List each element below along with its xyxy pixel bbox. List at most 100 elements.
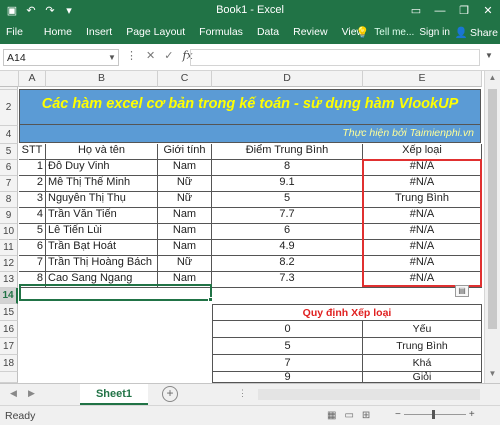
cell-score[interactable]: 5: [212, 192, 363, 208]
close-button[interactable]: ✕: [476, 0, 500, 21]
rule-score[interactable]: 0: [212, 321, 363, 338]
cell-name[interactable]: Mễ Thị Thế Minh: [46, 176, 158, 192]
tab-formulas[interactable]: Formulas: [192, 21, 250, 44]
header-score[interactable]: Điểm Trung Bình: [212, 144, 363, 160]
column-header-d[interactable]: D: [212, 71, 363, 87]
cell-stt[interactable]: 7: [19, 256, 46, 272]
scroll-down-icon[interactable]: ▼: [485, 367, 500, 381]
tab-page-layout[interactable]: Page Layout: [119, 21, 192, 44]
cell-name[interactable]: Lê Tiến Lùi: [46, 224, 158, 240]
cell-stt[interactable]: 2: [19, 176, 46, 192]
row-header-10[interactable]: 10: [0, 224, 18, 240]
page-break-view-icon[interactable]: ⊞: [362, 410, 370, 421]
ribbon-display-options-button[interactable]: ▭: [404, 0, 428, 21]
sign-in-link[interactable]: Sign in: [419, 27, 450, 38]
column-header-a[interactable]: A: [19, 71, 46, 87]
row-header-13[interactable]: 13: [0, 272, 18, 288]
tell-me-box[interactable]: Tell me...: [374, 27, 414, 38]
zoom-slider-knob[interactable]: [431, 410, 435, 419]
title-banner[interactable]: Các hàm excel cơ bản trong kế toán - sử …: [19, 89, 481, 125]
cell-stt[interactable]: 3: [19, 192, 46, 208]
row-header-4[interactable]: 4: [0, 126, 18, 144]
rule-table-title[interactable]: Quy định Xếp loại: [212, 304, 482, 321]
formula-input[interactable]: [190, 49, 480, 66]
row-header-14[interactable]: 14: [0, 288, 18, 304]
rule-rank[interactable]: Trung Bình: [363, 338, 482, 355]
cell-rank[interactable]: #N/A: [363, 224, 482, 240]
fill-handle[interactable]: [208, 297, 213, 302]
cell-gender[interactable]: Nữ: [158, 176, 212, 192]
header-gender[interactable]: Giới tính: [158, 144, 212, 160]
row-header-5[interactable]: 5: [0, 144, 18, 160]
tab-insert[interactable]: Insert: [79, 21, 119, 44]
horizontal-scrollbar[interactable]: [258, 389, 480, 400]
row-header-6[interactable]: 6: [0, 160, 18, 176]
rule-rank[interactable]: Yếu: [363, 321, 482, 338]
row-header-18[interactable]: 18: [0, 355, 18, 372]
add-sheet-icon[interactable]: +: [162, 386, 178, 402]
row-header-19[interactable]: [0, 372, 18, 383]
cell-gender[interactable]: Nữ: [158, 192, 212, 208]
minimize-button[interactable]: —: [428, 0, 452, 21]
cancel-icon[interactable]: ✕: [146, 49, 155, 62]
next-sheet-icon[interactable]: ▶: [28, 388, 35, 399]
cell-stt[interactable]: 1: [19, 160, 46, 176]
zoom-slider[interactable]: [403, 410, 466, 419]
column-header-e[interactable]: E: [363, 71, 482, 87]
header-rank[interactable]: Xếp loại: [363, 144, 482, 160]
tab-home[interactable]: Home: [37, 21, 79, 44]
row-header-17[interactable]: 17: [0, 338, 18, 355]
share-button[interactable]: 👤 Share: [455, 26, 498, 40]
row-header-15[interactable]: 15: [0, 304, 18, 321]
page-layout-view-icon[interactable]: ▭: [344, 410, 353, 421]
vertical-scrollbar[interactable]: ▲ ▼: [484, 71, 500, 383]
cell-gender[interactable]: Nam: [158, 224, 212, 240]
cell-gender[interactable]: Nam: [158, 160, 212, 176]
cell-stt[interactable]: 4: [19, 208, 46, 224]
paste-options-icon[interactable]: ▤: [455, 285, 469, 297]
name-box-dropdown-icon[interactable]: ▼: [108, 53, 116, 62]
cell-gender[interactable]: Nam: [158, 208, 212, 224]
sheet-tab-sheet1[interactable]: Sheet1: [80, 384, 148, 405]
rule-score[interactable]: 7: [212, 355, 363, 372]
cell-name[interactable]: Trần Bạt Hoát: [46, 240, 158, 256]
cell-gender[interactable]: Nam: [158, 240, 212, 256]
subtitle-banner[interactable]: Thực hiện bởi Taimienphi.vn: [19, 125, 481, 143]
cell-stt[interactable]: 6: [19, 240, 46, 256]
cell-rank[interactable]: #N/A: [363, 176, 482, 192]
cell-name[interactable]: Trần Văn Tiến: [46, 208, 158, 224]
enter-icon[interactable]: ✓: [164, 49, 173, 62]
cell-score[interactable]: 8.2: [212, 256, 363, 272]
header-name[interactable]: Họ và tên: [46, 144, 158, 160]
cell-gender[interactable]: Nữ: [158, 256, 212, 272]
cell-rank[interactable]: #N/A: [363, 240, 482, 256]
column-header-b[interactable]: B: [46, 71, 158, 87]
cell-score[interactable]: 8: [212, 160, 363, 176]
rule-score[interactable]: 9: [212, 372, 363, 383]
cell-name[interactable]: Trần Thị Hoàng Bách: [46, 256, 158, 272]
row-header-8[interactable]: 8: [0, 192, 18, 208]
zoom-in-button[interactable]: +: [469, 409, 475, 420]
name-box[interactable]: A14: [3, 49, 119, 66]
cell-score[interactable]: 9.1: [212, 176, 363, 192]
header-stt[interactable]: STT: [19, 144, 46, 160]
normal-view-icon[interactable]: ▦: [327, 410, 336, 421]
column-header-c[interactable]: C: [158, 71, 212, 87]
cell-rank[interactable]: #N/A: [363, 256, 482, 272]
row-header-11[interactable]: 11: [0, 240, 18, 256]
restore-button[interactable]: ❐: [452, 0, 476, 21]
cell-score[interactable]: 7.3: [212, 272, 363, 288]
row-header-9[interactable]: 9: [0, 208, 18, 224]
row-header-2[interactable]: 2: [0, 90, 18, 126]
scroll-thumb[interactable]: [488, 89, 497, 329]
tab-file[interactable]: File: [0, 21, 37, 44]
zoom-out-button[interactable]: −: [395, 409, 401, 420]
cell-name[interactable]: Đỗ Duy Vinh: [46, 160, 158, 176]
tab-review[interactable]: Review: [286, 21, 334, 44]
cell-stt[interactable]: 5: [19, 224, 46, 240]
cell-name[interactable]: Nguyễn Thị Thụ: [46, 192, 158, 208]
more-icon[interactable]: ⋮: [238, 388, 247, 399]
active-cell-a14[interactable]: [19, 284, 212, 301]
row-header-12[interactable]: 12: [0, 256, 18, 272]
cell-score[interactable]: 6: [212, 224, 363, 240]
